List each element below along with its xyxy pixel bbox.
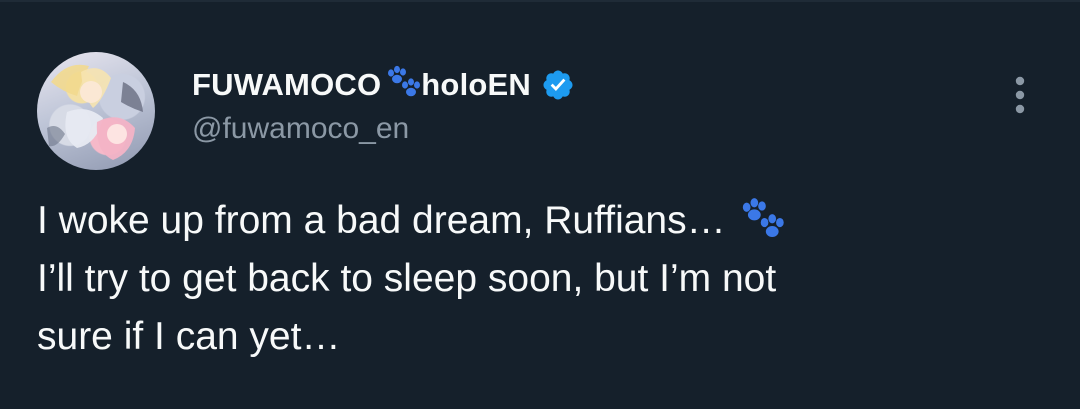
tweet-text-line-3: sure if I can yet… — [37, 315, 341, 358]
tweet-text-line-1: I woke up from a bad dream, Ruffians… — [37, 192, 1047, 250]
paw-prints-icon — [736, 197, 788, 243]
paw-prints-icon — [383, 65, 423, 101]
more-options-button[interactable] — [1005, 72, 1035, 122]
tweet-card[interactable]: FUWAMOCO holoEN @fuwamoco_en I woke up f… — [0, 0, 1080, 409]
display-name-part2: holoEN — [421, 67, 531, 102]
author-name-row[interactable]: FUWAMOCO holoEN — [192, 65, 575, 104]
tweet-text-line-1-text: I woke up from a bad dream, Ruffians… — [37, 199, 726, 242]
author-handle[interactable]: @fuwamoco_en — [192, 112, 409, 146]
vertical-ellipsis-icon — [1015, 76, 1025, 114]
avatar[interactable] — [37, 52, 155, 170]
avatar-illustration — [47, 64, 143, 160]
verified-badge-icon[interactable] — [541, 68, 575, 102]
tweet-text-line-2: I’ll try to get back to sleep soon, but … — [37, 257, 777, 300]
display-name-part1: FUWAMOCO — [192, 67, 382, 102]
tweet-text: I woke up from a bad dream, Ruffians… I’… — [37, 192, 1047, 366]
